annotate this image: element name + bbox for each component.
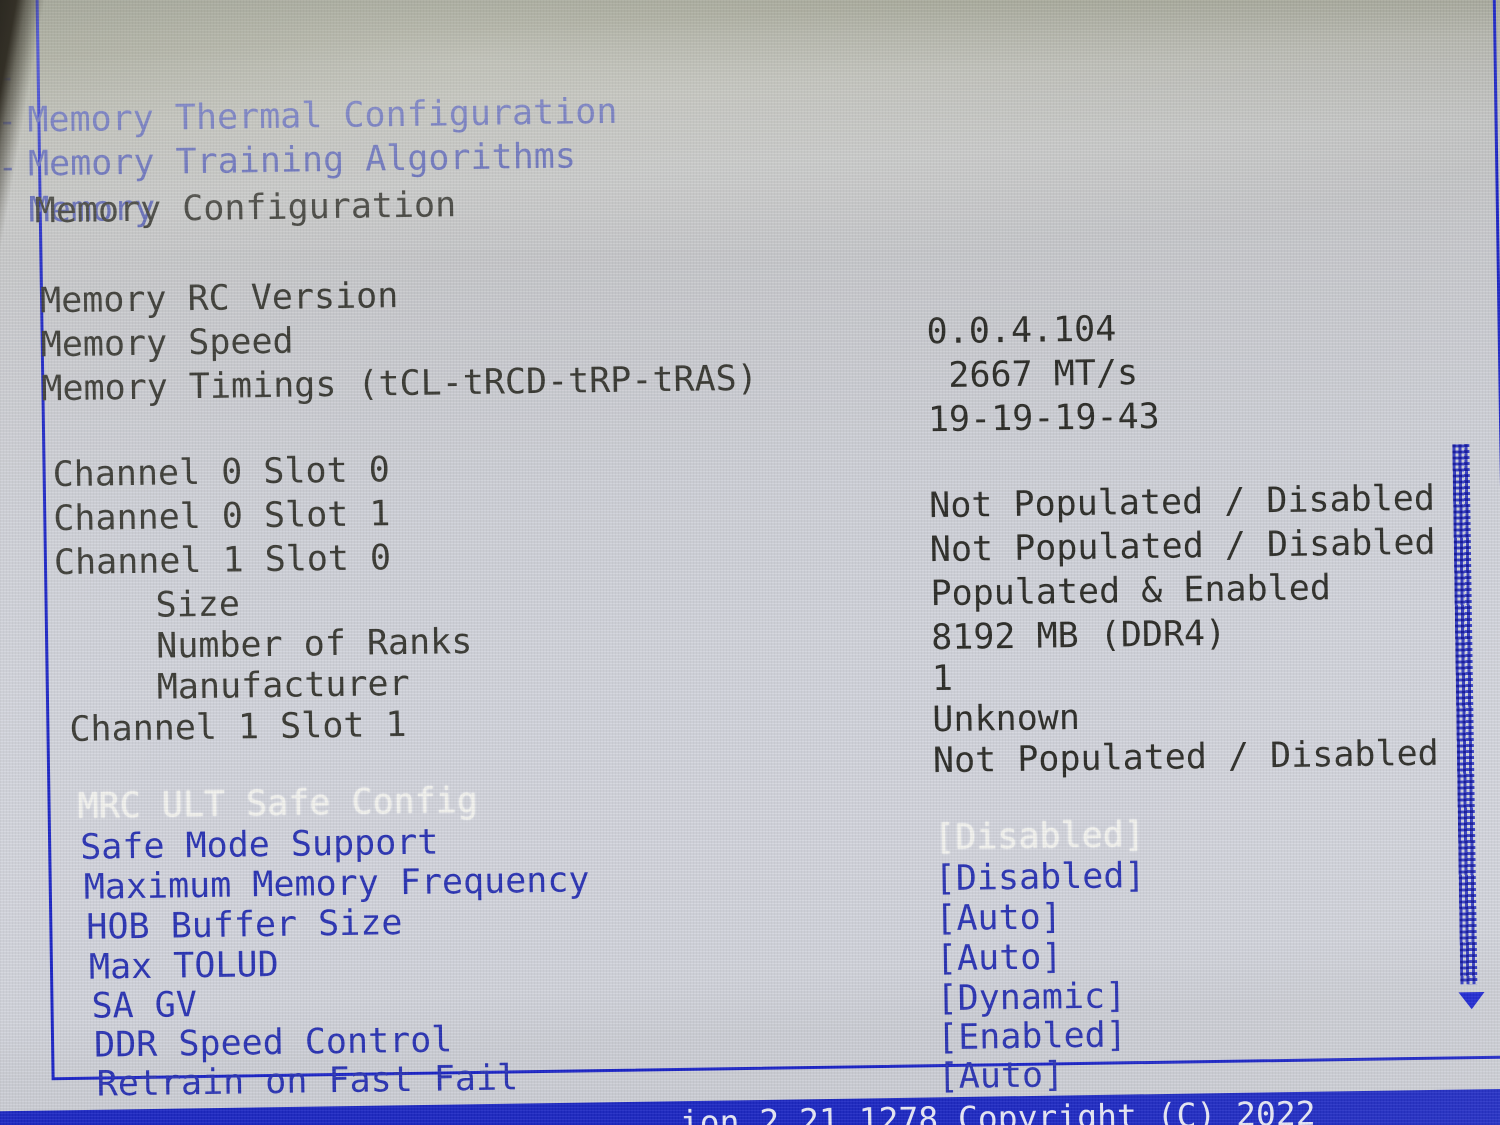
info-value-memory-speed: 2667 MT/s [926, 353, 1139, 397]
setting-label-retrain-on-fast-fail: Retrain on Fast Fail [96, 1058, 519, 1105]
bios-form-content: - Memory Thermal Configuration - Memory … [0, 0, 1500, 1125]
scroll-down-arrow-icon[interactable] [1458, 992, 1485, 1010]
bios-setup-screen: - Memory Thermal Configuration - Memory … [0, 0, 1500, 1125]
page-title: Memory Configuration [34, 185, 457, 232]
